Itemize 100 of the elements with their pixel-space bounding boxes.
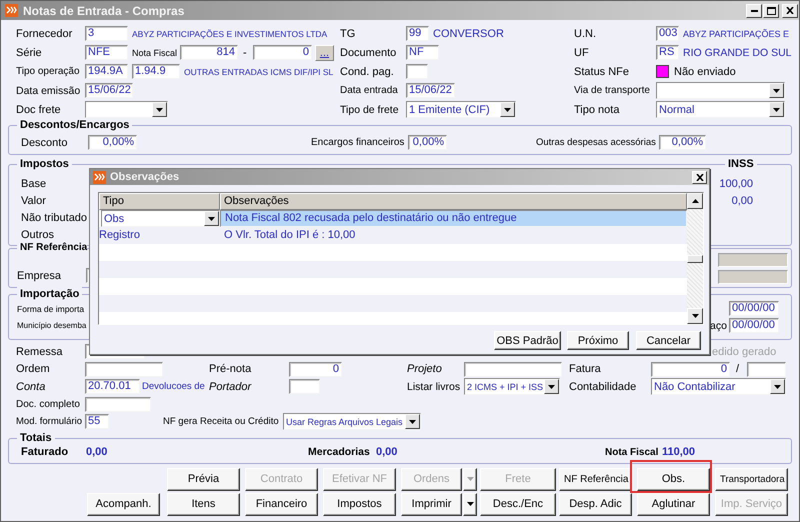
up-arrow-icon [692, 199, 698, 203]
text-field[interactable]: 194.9A [85, 64, 128, 79]
scroll-thumb[interactable] [687, 255, 703, 263]
text-field[interactable] [747, 362, 786, 377]
scroll-down-button[interactable] [687, 308, 703, 324]
group-title: Impostos [17, 157, 72, 171]
action-button[interactable]: Desp. Adic [559, 492, 632, 516]
text-field[interactable] [406, 64, 428, 79]
text-field[interactable]: 003 [656, 26, 679, 41]
dialog-button[interactable]: OBS Padrão [494, 331, 561, 350]
caret-icon [409, 420, 416, 424]
text-field[interactable]: 0 [253, 45, 312, 60]
dialog-button[interactable]: Cancelar [636, 331, 701, 350]
field-label: Pré-nota [209, 363, 252, 376]
close-button[interactable] [782, 4, 798, 18]
text-field[interactable]: 1.94.9 [132, 64, 180, 79]
value-text: 0,00 [730, 194, 753, 206]
action-button[interactable]: Itens [167, 492, 240, 516]
text-field[interactable]: 15/06/22 [85, 83, 133, 98]
field-label: Tipo nota [574, 104, 620, 116]
text-field[interactable]: 99 [406, 26, 429, 41]
dropdown-field[interactable]: 2 ICMS + IPI + ISS [464, 378, 560, 396]
text-field[interactable]: 55 [85, 414, 109, 430]
field-label: Portador [209, 380, 252, 393]
dialog-title: Observações [110, 171, 180, 183]
table-cell-text: Registro [99, 228, 141, 243]
action-button[interactable]: Impostos [323, 492, 396, 516]
text-field[interactable] [85, 362, 163, 377]
text-field[interactable]: 3 [85, 26, 128, 41]
action-button[interactable]: Financeiro [245, 492, 318, 516]
action-button[interactable]: Prévia [167, 468, 240, 490]
field-label: Encargos financeiros [311, 137, 406, 148]
column-header[interactable]: Observações [220, 193, 687, 210]
text-field[interactable]: 15/06/22 [406, 83, 455, 98]
field-label: Outras despesas acessórias [536, 137, 656, 148]
text-field[interactable] [85, 396, 151, 412]
caret-icon [466, 477, 474, 481]
text-field[interactable]: 814 [180, 45, 238, 60]
minimize-button[interactable] [746, 4, 762, 18]
field-label: Base [21, 178, 48, 190]
value-text: OUTRAS ENTRADAS ICMS DIF/IPI SL [184, 66, 334, 76]
dialog-button[interactable]: Próximo [567, 331, 629, 350]
action-button[interactable]: Acompanh. [87, 492, 160, 516]
text-field[interactable] [289, 379, 320, 394]
field-label: Remessa [16, 346, 64, 358]
dropdown-field[interactable] [656, 82, 785, 99]
field-label: Tipo operação [16, 66, 81, 77]
field-label: Outros [21, 228, 56, 240]
field-label: Nota Fiscal [132, 48, 178, 58]
action-button[interactable]: Aglutinar [637, 492, 710, 516]
field-label: Doc. completo [16, 398, 81, 410]
close-icon [786, 7, 794, 14]
maximize-button[interactable] [763, 4, 779, 18]
action-button[interactable]: Desc./Enc [480, 492, 556, 516]
text-field[interactable]: 0 [651, 362, 730, 377]
action-button[interactable]: Transportadora [715, 468, 788, 490]
column-header[interactable]: Tipo [99, 193, 220, 210]
dropdown-field[interactable]: Não Contabilizar [651, 378, 786, 396]
dropdown-field[interactable]: Usar Regras Arquivos Legais [283, 413, 421, 430]
text-field[interactable] [464, 362, 562, 377]
field-label: - [243, 46, 248, 58]
text-field[interactable]: 0 [289, 362, 342, 377]
scroll-up-button[interactable] [687, 193, 703, 209]
close-button[interactable] [692, 170, 707, 184]
menu-arrow-button[interactable] [463, 492, 477, 516]
field-label: Data emissão [16, 84, 82, 96]
field-label: Doc frete [16, 104, 62, 116]
caret-icon [466, 502, 474, 506]
field-label: Contabilidade [569, 380, 638, 393]
text-field[interactable]: NFE [85, 45, 128, 60]
action-button[interactable]: NF Referência [559, 468, 632, 490]
caret-icon [156, 108, 163, 112]
text-field[interactable]: 00/00/00 [729, 318, 779, 333]
text-field[interactable]: 00/00/00 [729, 301, 779, 316]
field-label: Data entrada [340, 85, 399, 96]
minimize-icon [750, 10, 758, 12]
value-text: ABYZ PARTICIPAÇÕES E INVESTIMENTOS LTDA [132, 28, 328, 38]
value-text: RIO GRANDE DO SUL [683, 46, 793, 58]
dropdown-field[interactable] [85, 101, 168, 118]
text-field[interactable]: RS [656, 45, 679, 60]
field-label: Via de transporte [574, 85, 651, 96]
dropdown-field[interactable]: 1 Emitente (CIF) [406, 101, 516, 118]
text-field[interactable]: 0,00% [408, 135, 447, 150]
text-field[interactable]: 0,00% [88, 135, 137, 150]
dropdown-field[interactable]: Obs [101, 210, 220, 227]
action-button[interactable]: Obs. [637, 468, 710, 490]
table-cell-text: O Vlr. Total do IPI é : 10,00 [223, 228, 356, 243]
value-text: Devolucoes de [142, 381, 206, 392]
table-cell: Nota Fiscal 802 recusada pelo destinatário ou não entregue [220, 210, 687, 227]
text-field[interactable]: NF [406, 45, 439, 60]
ellipsis-button[interactable]: ... [315, 44, 334, 60]
action-button[interactable]: Imprimir [401, 492, 462, 516]
text-field[interactable]: 20.70.01 [85, 379, 140, 394]
dropdown-field[interactable]: Normal [656, 101, 785, 118]
caret-icon [773, 88, 780, 92]
value-text: 100,00 [718, 178, 753, 190]
field-label: Fatura [569, 363, 602, 376]
field-label: / [736, 363, 740, 376]
text-field[interactable]: 0,00% [659, 135, 706, 150]
value-text: ABYZ PARTICIPAÇÕES E [683, 28, 790, 38]
